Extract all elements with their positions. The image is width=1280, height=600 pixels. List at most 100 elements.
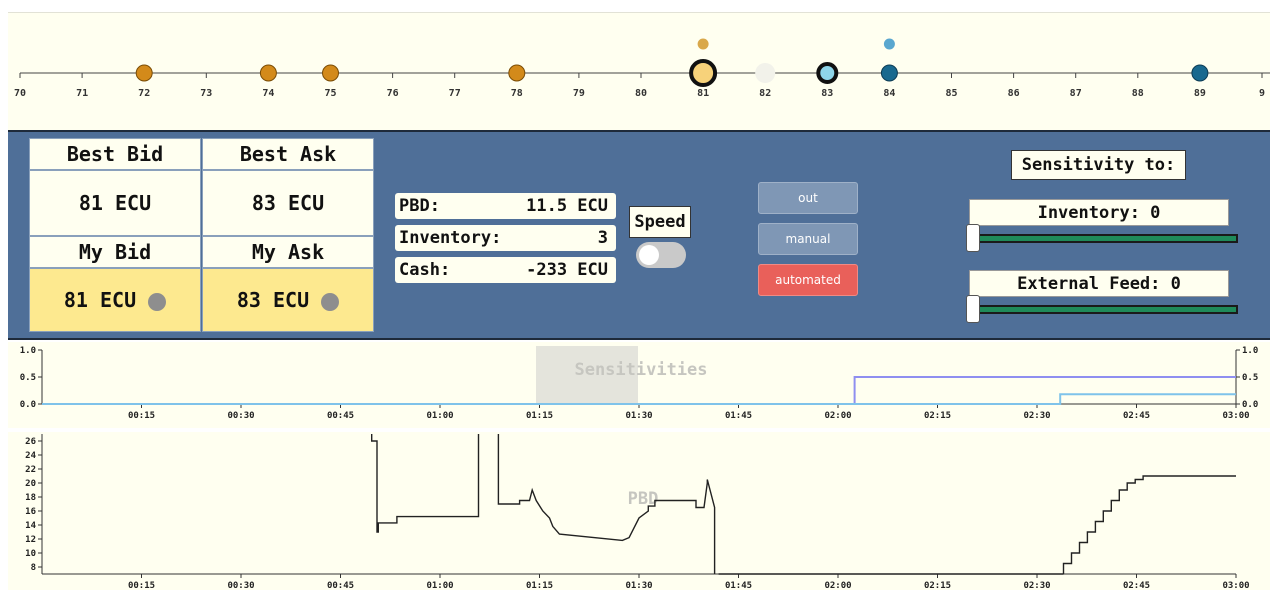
- y-tick-label: 8: [31, 563, 36, 573]
- x-tick-label: 01:30: [625, 411, 652, 421]
- ladder-tick-label: 74: [262, 88, 274, 99]
- my-ask-cancel-dot[interactable]: [321, 293, 340, 311]
- my-ask-order-circle[interactable]: [816, 62, 839, 84]
- best-bid-header: Best Bid: [29, 138, 201, 170]
- x-tick-label: 01:45: [725, 411, 752, 421]
- ladder-tick-label: 79: [573, 88, 585, 99]
- y-tick-label: 18: [25, 493, 36, 503]
- pbd-value: 11.5 ECU: [526, 196, 608, 216]
- ladder-tick-label: 73: [200, 88, 212, 99]
- my-ask-header: My Ask: [202, 236, 374, 268]
- ladder-tick-label: 85: [945, 88, 957, 99]
- speed-toggle[interactable]: [636, 242, 686, 268]
- blue-order-circle[interactable]: [880, 64, 898, 82]
- ladder-tick-label: 82: [759, 88, 771, 99]
- sensitivities-chart-svg: Sensitivities 00:15 00:30 00:45 01:00 01:15 0…: [20, 346, 1258, 421]
- x-tick-label: 01:15: [526, 581, 553, 590]
- best-bid-value: 81 ECU: [29, 170, 201, 236]
- x-tick-label: 02:45: [1123, 581, 1150, 590]
- ladder-tick-label: 80: [635, 88, 647, 99]
- pbd-label: PBD:: [399, 196, 440, 216]
- orange-order-circle[interactable]: [508, 64, 526, 82]
- ladder-tick-label: 72: [138, 88, 150, 99]
- x-tick-label: 00:30: [227, 581, 254, 590]
- pbd-chart-svg: PBD 00:15 00:30 00:45 01:00 01:15 01:30 01:45 0…: [25, 434, 1250, 591]
- sensitivity-line-2: [42, 393, 1236, 405]
- control-panel: Best Bid Best Ask 81 ECU 83 ECU My Bid M…: [8, 130, 1270, 340]
- price-ladder: 70 71 72 73 74 75 76 77 78 79 80 81 82 83 84 85 86 87 88 89…: [8, 12, 1270, 131]
- x-tick-label: 02:00: [824, 411, 851, 421]
- cash-label: Cash:: [399, 260, 451, 280]
- ladder-tick-label: 84: [883, 88, 895, 99]
- sensitivity-title: Sensitivity to:: [1011, 150, 1186, 180]
- my-bid-order-circle[interactable]: [689, 59, 718, 87]
- cash-row: Cash: -233 ECU: [395, 257, 616, 283]
- y-tick-label: 12: [25, 535, 36, 545]
- sensitivities-chart-title: Sensitivities: [574, 360, 707, 380]
- my-ask-cell[interactable]: 83 ECU: [202, 268, 374, 332]
- ladder-tick-label: 81: [697, 88, 709, 99]
- pbd-row: PBD: 11.5 ECU: [395, 193, 616, 219]
- sensitivity-line-1: [42, 376, 1236, 405]
- ladder-tick-label: 88: [1132, 88, 1144, 99]
- ladder-tick-label: 75: [324, 88, 336, 99]
- price-ladder-chart: 70 71 72 73 74 75 76 77 78 79 80 81 82 83 84 85 86 87 88 89…: [14, 38, 1270, 99]
- ladder-tick-label: 83: [821, 88, 833, 99]
- inventory-sensitivity-slider[interactable]: [969, 234, 1238, 243]
- my-bid-value: 81 ECU: [63, 288, 137, 312]
- ladder-tick-label: 76: [387, 88, 399, 99]
- inventory-sensitivity-label: Inventory: 0: [969, 199, 1229, 226]
- cash-value: -233 ECU: [526, 260, 608, 280]
- orange-order-circle[interactable]: [259, 64, 277, 82]
- y-tick-label-right: 1.0: [1242, 346, 1258, 356]
- ladder-marker-dot: [883, 38, 895, 50]
- x-tick-label: 02:15: [924, 411, 951, 421]
- best-ask-header: Best Ask: [202, 138, 374, 170]
- x-tick-label: 03:00: [1222, 581, 1249, 590]
- y-tick-label: 0.0: [20, 400, 36, 410]
- pbd-line-segment: [371, 434, 480, 533]
- y-tick-label: 26: [25, 437, 36, 447]
- inventory-label: Inventory:: [399, 228, 502, 248]
- ghost-order-circle: [755, 63, 776, 83]
- pbd-line-segment: [497, 434, 716, 574]
- x-tick-label: 02:30: [1023, 581, 1050, 590]
- inventory-sensitivity-handle[interactable]: [966, 224, 980, 252]
- blue-order-circle[interactable]: [1191, 64, 1209, 82]
- x-tick-label: 01:45: [725, 581, 752, 590]
- my-bid-cancel-dot[interactable]: [148, 293, 167, 311]
- y-tick-label: 24: [25, 451, 36, 461]
- sensitivities-chart: Sensitivities 00:15 00:30 00:45 01:00 01:15 0…: [8, 342, 1270, 428]
- inventory-row: Inventory: 3: [395, 225, 616, 251]
- orange-order-circle[interactable]: [322, 64, 339, 82]
- x-tick-label: 01:15: [526, 411, 553, 421]
- ladder-tick-label: 77: [449, 88, 461, 99]
- pbd-chart: PBD 00:15 00:30 00:45 01:00 01:15 01:30 01:45 0…: [8, 432, 1270, 591]
- inventory-value: 3: [597, 228, 608, 248]
- x-tick-label: 01:00: [426, 581, 453, 590]
- y-tick-label: 10: [25, 549, 36, 559]
- pbd-line-segment: [1062, 475, 1236, 574]
- ladder-tick-label: 86: [1008, 88, 1020, 99]
- speed-toggle-knob[interactable]: [639, 245, 659, 265]
- mode-out-button[interactable]: out: [758, 182, 858, 214]
- x-tick-label: 00:15: [128, 581, 155, 590]
- mode-automated-button[interactable]: automated: [758, 264, 858, 296]
- my-ask-value: 83 ECU: [236, 288, 310, 312]
- x-tick-label: 02:00: [824, 581, 851, 590]
- my-bid-cell[interactable]: 81 ECU: [29, 268, 201, 332]
- external-feed-sensitivity-handle[interactable]: [966, 295, 980, 323]
- best-ask-value: 83 ECU: [202, 170, 374, 236]
- mode-manual-button[interactable]: manual: [758, 223, 858, 255]
- x-tick-label: 00:45: [327, 581, 354, 590]
- ladder-tick-label: 89: [1194, 88, 1206, 99]
- y-tick-label: 22: [25, 465, 36, 475]
- y-tick-label: 0.5: [20, 373, 36, 383]
- my-bid-header: My Bid: [29, 236, 201, 268]
- external-feed-sensitivity-label: External Feed: 0: [969, 270, 1229, 297]
- orange-order-circle[interactable]: [135, 64, 153, 82]
- y-tick-label-right: 0.5: [1242, 373, 1258, 383]
- y-tick-label: 14: [25, 521, 36, 531]
- x-tick-label: 01:30: [625, 581, 652, 590]
- external-feed-sensitivity-slider[interactable]: [969, 305, 1238, 314]
